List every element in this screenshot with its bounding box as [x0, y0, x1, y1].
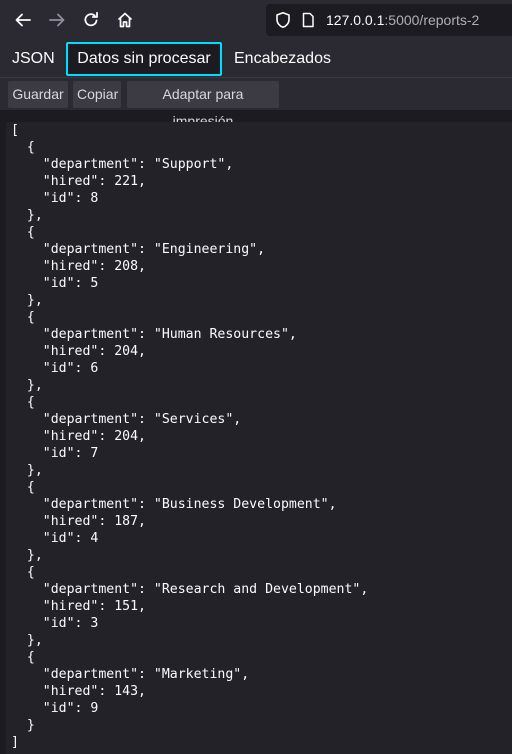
tab-raw-data[interactable]: Datos sin procesar: [66, 42, 222, 76]
shield-icon[interactable]: [274, 11, 292, 29]
url-bar[interactable]: 127.0.0.1:5000/reports-2: [266, 4, 512, 36]
reload-button[interactable]: [75, 4, 107, 36]
home-button[interactable]: [109, 4, 141, 36]
back-button[interactable]: [7, 4, 39, 36]
forward-button[interactable]: [41, 4, 73, 36]
url-host: 127.0.0.1: [326, 12, 385, 28]
raw-json-text[interactable]: [ { "department": "Support", "hired": 22…: [6, 122, 512, 751]
raw-data-panel[interactable]: [ { "department": "Support", "hired": 22…: [6, 122, 512, 754]
browser-toolbar: 127.0.0.1:5000/reports-2: [0, 0, 512, 40]
url-text[interactable]: 127.0.0.1:5000/reports-2: [326, 12, 479, 28]
pretty-print-button[interactable]: Adaptar para impresión: [127, 81, 279, 129]
viewer-tabs: JSON Datos sin procesar Encabezados: [0, 40, 512, 78]
arrow-left-icon: [15, 13, 31, 27]
save-button[interactable]: Guardar: [8, 81, 68, 108]
reload-icon: [84, 11, 98, 27]
home-icon: [117, 12, 133, 28]
tab-json[interactable]: JSON: [6, 40, 60, 77]
raw-toolbar: Guardar Copiar Adaptar para impresión: [0, 78, 512, 129]
tab-headers[interactable]: Encabezados: [228, 40, 338, 77]
arrow-right-icon: [49, 13, 65, 27]
url-path: :5000/reports-2: [384, 12, 480, 28]
page-icon[interactable]: [300, 12, 316, 28]
copy-button[interactable]: Copiar: [73, 81, 121, 108]
